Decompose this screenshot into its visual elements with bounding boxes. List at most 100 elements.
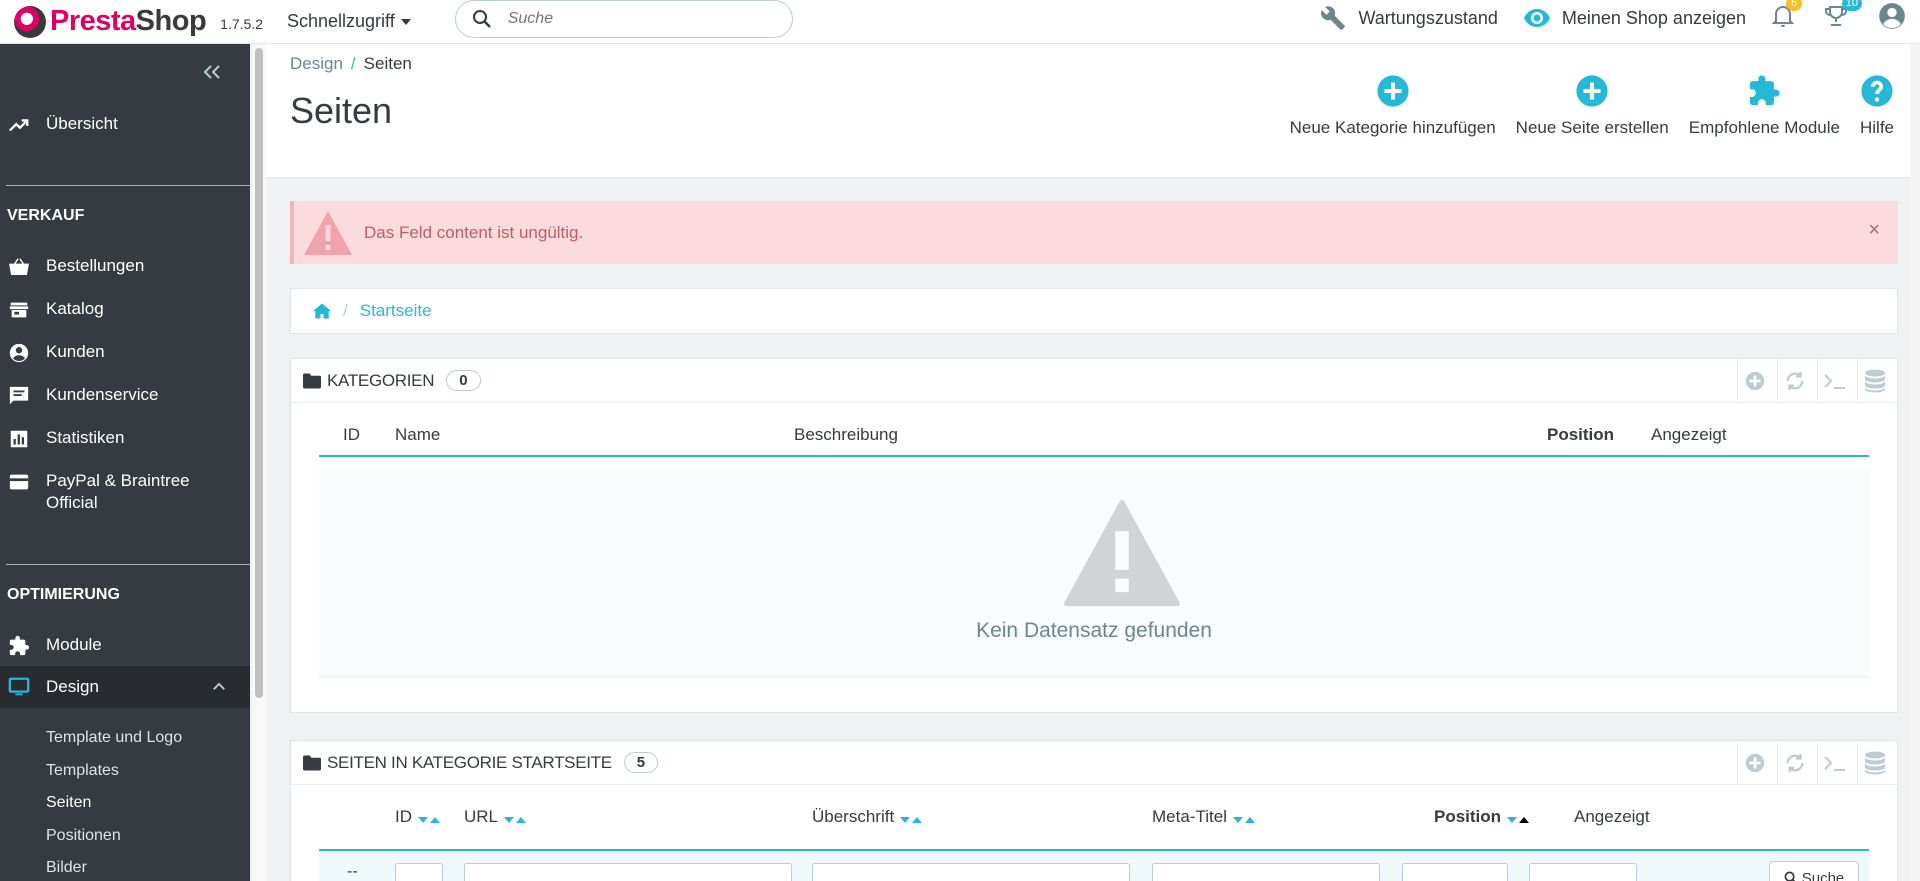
sidebar-item-label: Design xyxy=(46,677,99,696)
alert-message: Das Feld content ist ungültig. xyxy=(364,222,584,242)
sql-query-icon[interactable] xyxy=(1817,359,1857,403)
help-label: Hilfe xyxy=(1859,118,1894,137)
sidebar-item-paypal[interactable]: PayPal & Braintree Official xyxy=(0,471,250,513)
filter-position-input[interactable] xyxy=(1402,863,1508,881)
sidebar-item-catalog[interactable]: Katalog xyxy=(0,299,250,321)
sidebar-item-label: Statistiken xyxy=(46,428,125,447)
search-input[interactable] xyxy=(507,9,758,28)
sidebar-scrollbar[interactable] xyxy=(252,44,266,881)
export-database-icon[interactable] xyxy=(1857,741,1897,785)
view-shop-label: Meinen Shop anzeigen xyxy=(1561,7,1746,28)
column-position[interactable]: Position xyxy=(1434,807,1530,828)
export-database-icon[interactable] xyxy=(1857,359,1897,403)
help-circle-icon xyxy=(1861,75,1893,107)
sidebar-item-label: Übersicht xyxy=(46,114,118,133)
orders-notifications-button[interactable]: 10 xyxy=(1824,0,1862,33)
column-id[interactable]: ID xyxy=(395,807,440,828)
column-heading[interactable]: Überschrift xyxy=(812,807,923,828)
folder-icon xyxy=(303,755,321,770)
warning-icon xyxy=(304,210,352,255)
top-header: PrestaShop 1.7.5.2 Schnellzugriff Wartun… xyxy=(0,0,1920,44)
filter-heading-input[interactable] xyxy=(812,863,1130,881)
pages-panel: SEITEN IN KATEGORIE STARTSEITE 5 ID URL … xyxy=(290,740,1898,881)
breadcrumb-design-link[interactable]: Design xyxy=(290,54,343,73)
sidebar-item-design[interactable]: Design xyxy=(0,666,250,708)
divider xyxy=(6,185,250,186)
sidebar-item-label: Kunden xyxy=(46,342,105,361)
add-new-icon[interactable] xyxy=(1737,741,1777,785)
caret-down-icon xyxy=(400,18,411,25)
view-shop-link[interactable]: Meinen Shop anzeigen xyxy=(1523,7,1746,29)
close-alert-button[interactable]: × xyxy=(1868,219,1880,242)
notifications-button[interactable]: 6 xyxy=(1771,0,1802,33)
sort-icon[interactable] xyxy=(416,808,440,828)
add-new-icon[interactable] xyxy=(1737,359,1777,403)
sort-icon[interactable] xyxy=(1231,808,1255,828)
sort-icon[interactable] xyxy=(1505,808,1530,828)
account-button[interactable] xyxy=(1878,2,1906,35)
filter-row: -- Suche xyxy=(319,849,1869,881)
sidebar-item-overview[interactable]: Übersicht xyxy=(0,114,250,136)
error-alert: Das Feld content ist ungültig. × xyxy=(290,201,1898,264)
column-meta-title[interactable]: Meta-Titel xyxy=(1152,807,1255,828)
search-icon xyxy=(472,9,491,28)
search-box[interactable] xyxy=(454,0,793,38)
sidebar-scrollbar-thumb[interactable] xyxy=(255,48,263,698)
sidebar-item-customer-service[interactable]: Kundenservice xyxy=(0,385,250,407)
credit-card-icon xyxy=(9,474,29,490)
bar-chart-icon xyxy=(10,430,28,448)
sidebar-subitem-images[interactable]: Bilder xyxy=(46,859,87,877)
pages-panel-title: SEITEN IN KATEGORIE STARTSEITE xyxy=(327,752,612,772)
column-url[interactable]: URL xyxy=(464,807,527,828)
add-page-label: Neue Seite erstellen xyxy=(1515,118,1669,137)
filter-search-button[interactable]: Suche xyxy=(1769,861,1859,881)
sidebar-item-modules[interactable]: Module xyxy=(0,635,250,657)
sidebar-item-customers[interactable]: Kunden xyxy=(0,342,250,364)
categories-table-header: ID Name Beschreibung Position Angezeigt xyxy=(319,415,1869,457)
breadcrumb-separator: / xyxy=(350,54,356,73)
filter-url-input[interactable] xyxy=(464,863,792,881)
empty-state-text: Kein Datensatz gefunden xyxy=(976,619,1212,642)
sort-icon[interactable] xyxy=(502,808,527,828)
maintenance-link[interactable]: Wartungszustand xyxy=(1320,5,1498,31)
collapse-sidebar-icon[interactable] xyxy=(202,60,222,86)
page-scrollbar[interactable] xyxy=(1910,44,1920,881)
help-button[interactable]: Hilfe xyxy=(1860,74,1894,138)
prestashop-logo[interactable]: PrestaShop xyxy=(14,5,207,38)
sidebar-item-orders[interactable]: Bestellungen xyxy=(0,256,250,278)
search-icon xyxy=(1784,871,1795,881)
breadcrumb: Design / Seiten xyxy=(290,54,412,74)
breadcrumb-home-link[interactable]: Startseite xyxy=(360,301,432,321)
breadcrumb-separator: / xyxy=(343,301,348,320)
section-title-sales: VERKAUF xyxy=(7,207,85,224)
add-category-button[interactable]: Neue Kategorie hinzufügen xyxy=(1290,74,1496,138)
sidebar-subitem-template-logo[interactable]: Template und Logo xyxy=(46,729,182,747)
sidebar-subitem-templates[interactable]: Templates xyxy=(46,762,119,780)
filter-meta-title-input[interactable] xyxy=(1152,863,1380,881)
recommended-modules-button[interactable]: Empfohlene Module xyxy=(1689,74,1840,138)
sort-icon[interactable] xyxy=(898,808,923,828)
refresh-icon[interactable] xyxy=(1777,359,1817,403)
column-displayed: Angezeigt xyxy=(1651,425,1727,444)
sidebar-subitem-pages[interactable]: Seiten xyxy=(46,794,91,812)
empty-state: Kein Datensatz gefunden xyxy=(319,469,1869,677)
divider xyxy=(6,564,250,565)
sidebar-item-statistics[interactable]: Statistiken xyxy=(0,428,250,450)
wrench-icon xyxy=(1321,6,1346,30)
orders-badge: 10 xyxy=(1841,0,1862,11)
column-displayed: Angezeigt xyxy=(1574,807,1650,826)
quick-access-dropdown[interactable]: Schnellzugriff xyxy=(287,11,411,32)
home-icon[interactable] xyxy=(313,303,331,319)
search-button-label: Suche xyxy=(1801,869,1845,881)
column-description: Beschreibung xyxy=(794,425,898,444)
add-page-button[interactable]: Neue Seite erstellen xyxy=(1516,74,1669,138)
filter-displayed-select[interactable] xyxy=(1529,863,1637,881)
sidebar-subitem-positions[interactable]: Positionen xyxy=(46,827,121,845)
pages-count-badge: 5 xyxy=(623,752,659,773)
account-circle-icon xyxy=(9,343,29,363)
sidebar-item-label: Module xyxy=(46,635,102,654)
pages-panel-header: SEITEN IN KATEGORIE STARTSEITE 5 xyxy=(291,741,1897,785)
sql-query-icon[interactable] xyxy=(1817,741,1857,785)
refresh-icon[interactable] xyxy=(1777,741,1817,785)
filter-id-input[interactable] xyxy=(395,863,443,881)
